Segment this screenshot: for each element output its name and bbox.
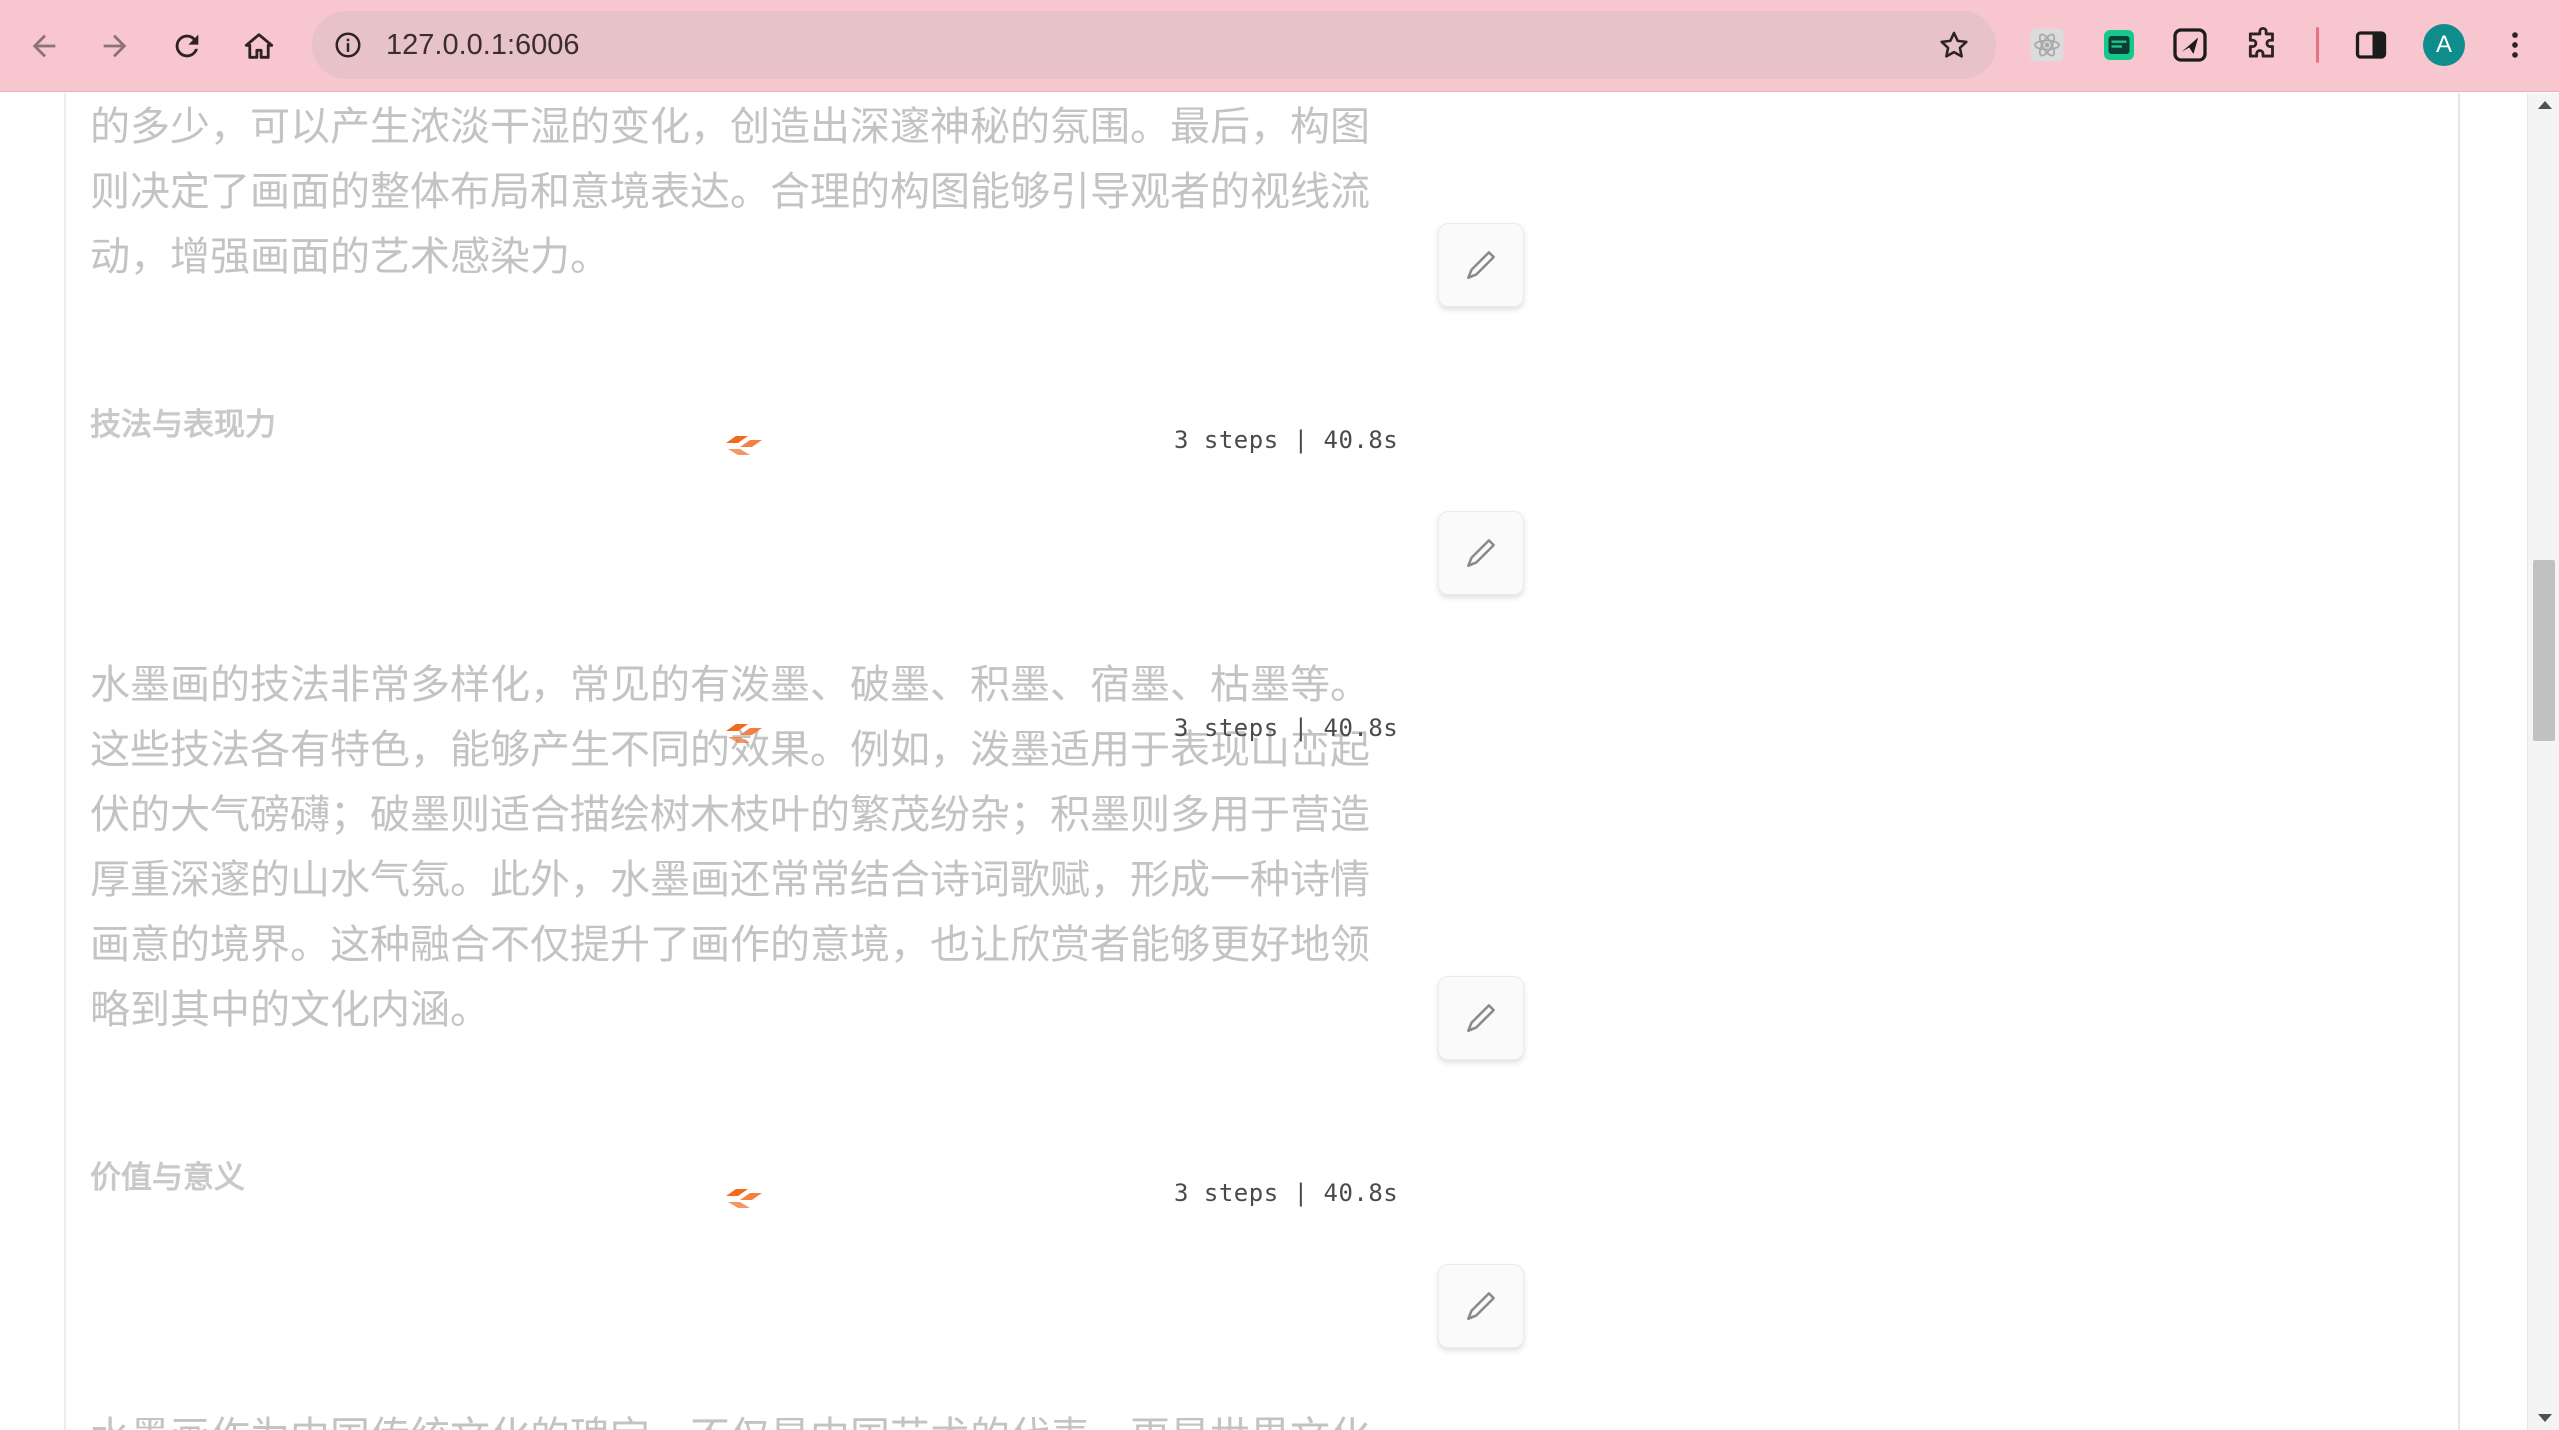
scroll-up-arrow-icon[interactable] [2538,101,2552,109]
content-border-left [64,93,66,1430]
edit-button-1[interactable] [1438,223,1524,307]
back-arrow-icon [32,34,56,58]
loader-icon [726,724,762,743]
reload-icon [175,34,199,58]
home-button[interactable] [229,16,289,76]
side-panel-icon[interactable] [2348,22,2394,68]
home-icon [244,33,274,59]
site-info-icon[interactable] [328,25,368,65]
forward-arrow-icon [103,34,127,58]
scrollbar-thumb[interactable] [2533,560,2555,741]
scroll-down-arrow-icon[interactable] [2538,1414,2552,1422]
paragraph-composition: 的多少，可以产生浓淡干湿的变化，创造出深邃神秘的氛围。最后，构图 则决定了画面的… [90,104,1370,280]
loader-icon [726,436,762,455]
loader-icon [726,1189,762,1208]
section-heading-technique: 技法与表现力 [90,407,276,443]
step-status-1: 3 steps | 40.8s [1174,426,1399,454]
bookmark-star-icon[interactable] [1934,25,1974,65]
edit-pen-icon [1467,539,1495,567]
send-extension-icon[interactable] [2167,22,2213,68]
reload-button[interactable] [157,16,217,76]
vertical-scrollbar[interactable] [2527,93,2559,1430]
step-status-3: 3 steps | 40.8s [1174,1179,1399,1207]
paragraph-value-partial: 水墨画作为中国传统文化的瑰宝，不仅是中国艺术的代表，更是世界文化 [90,1405,1380,1430]
edit-pen-icon [1467,251,1495,279]
edit-pen-icon [1467,1004,1495,1032]
browser-toolbar: 127.0.0.1:6006 A [0,0,2559,92]
toolbar-divider [2316,27,2319,63]
forward-button[interactable] [85,16,145,76]
step-status-2: 3 steps | 40.8s [1174,714,1399,742]
edit-button-2[interactable] [1438,511,1524,595]
paragraph-technique: 水墨画的技法非常多样化，常见的有泼墨、破墨、积墨、宿墨、枯墨等。 这些技法各有特… [90,662,1370,1033]
kebab-menu-icon[interactable] [2492,22,2538,68]
profile-avatar[interactable]: A [2423,24,2465,66]
edit-pen-icon [1467,1292,1495,1320]
address-bar[interactable]: 127.0.0.1:6006 [312,11,1996,79]
back-button[interactable] [14,16,74,76]
react-devtools-icon[interactable] [2024,22,2070,68]
content-border-right [2458,93,2460,1430]
url-text[interactable]: 127.0.0.1:6006 [386,11,580,79]
extension-green-icon[interactable] [2096,22,2142,68]
page-viewport: 的多少，可以产生浓淡干湿的变化，创造出深邃神秘的氛围。最后，构图 则决定了画面的… [0,93,2527,1430]
edit-button-3[interactable] [1438,976,1524,1060]
extensions-puzzle-icon[interactable] [2240,22,2286,68]
section-heading-value: 价值与意义 [90,1160,245,1196]
edit-button-4[interactable] [1438,1264,1524,1348]
